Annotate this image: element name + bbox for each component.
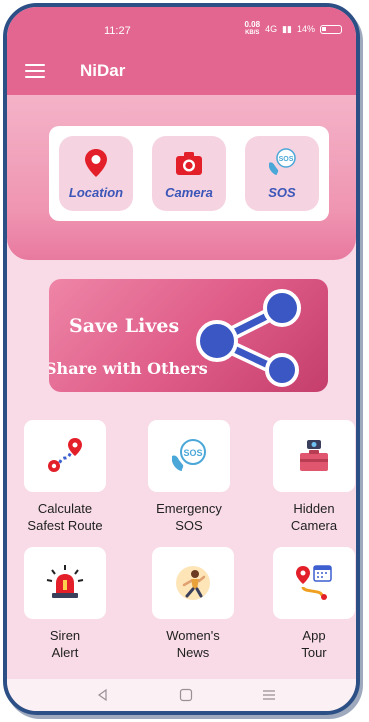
location-label: Location: [68, 185, 124, 200]
grid-label: Hidden Camera: [290, 501, 338, 533]
grid-tile: SOS: [148, 420, 230, 492]
hidden-camera-icon: [300, 440, 328, 471]
grid-label: Women's News: [166, 628, 220, 660]
grid-tile: [152, 547, 234, 619]
sos-phone-icon: SOS: [172, 439, 206, 471]
network-type: 4G: [265, 24, 278, 34]
app-bar: NiDar: [7, 47, 356, 95]
system-navigation-bar: [7, 679, 356, 711]
menu-icon[interactable]: [25, 64, 45, 78]
status-indicators: 0.08 KB/S 4G ▮▮ 14%: [244, 21, 342, 37]
sos-phone-icon: SOS: [269, 148, 296, 175]
grid-tile: [273, 420, 355, 492]
battery-percent: 14%: [296, 24, 315, 34]
siren-icon: [46, 565, 84, 598]
sos-button[interactable]: SOS SOS: [245, 136, 319, 211]
hidden-camera-button[interactable]: Hidden Camera: [260, 420, 356, 534]
banner-title: Save Lives: [69, 315, 180, 337]
grid-tile: [24, 547, 106, 619]
network-speed: 0.08 KB/S: [244, 20, 261, 37]
status-time: 11:27: [104, 25, 131, 37]
recent-apps-icon[interactable]: [261, 687, 277, 703]
grid-label: Calculate Safest Route: [27, 501, 103, 533]
svg-text:SOS: SOS: [279, 156, 294, 163]
sos-label: SOS: [268, 185, 296, 200]
app-title: NiDar: [80, 61, 126, 80]
location-button[interactable]: Location: [59, 136, 133, 211]
app-tour-button[interactable]: App Tour: [260, 547, 356, 661]
banner-subtitle: Share with Others: [49, 359, 208, 378]
camera-button[interactable]: Camera: [152, 136, 226, 211]
phone-frame: 11:27 0.08 KB/S 4G ▮▮ 14% NiDar Location…: [3, 3, 360, 715]
camera-label: Camera: [165, 185, 213, 200]
route-icon: [48, 438, 82, 472]
location-pin-icon: [85, 149, 107, 177]
grid-label: App Tour: [301, 628, 327, 660]
battery-icon: [320, 24, 342, 34]
back-icon[interactable]: [95, 687, 111, 703]
emergency-sos-button[interactable]: SOS Emergency SOS: [135, 420, 243, 534]
camera-icon: [176, 152, 202, 175]
svg-text:SOS: SOS: [183, 448, 202, 458]
signal-icon: ▮▮: [282, 23, 292, 34]
grid-label: Siren Alert: [49, 628, 81, 660]
siren-alert-button[interactable]: Siren Alert: [11, 547, 119, 661]
share-banner[interactable]: Save Lives Share with Others: [49, 279, 328, 392]
quick-actions-card: Location Camera SOS SOS: [49, 126, 329, 221]
home-icon[interactable]: [178, 687, 194, 703]
status-bar: 11:27 0.08 KB/S 4G ▮▮ 14%: [7, 7, 356, 47]
map-tour-icon: [296, 565, 332, 600]
grid-label: Emergency SOS: [156, 501, 222, 533]
grid-tile: [273, 547, 355, 619]
hero-section: Location Camera SOS SOS: [7, 95, 356, 260]
calculate-safest-route-button[interactable]: Calculate Safest Route: [11, 420, 119, 534]
womens-news-button[interactable]: Women's News: [139, 547, 247, 661]
grid-tile: [24, 420, 106, 492]
news-icon: [176, 566, 210, 600]
